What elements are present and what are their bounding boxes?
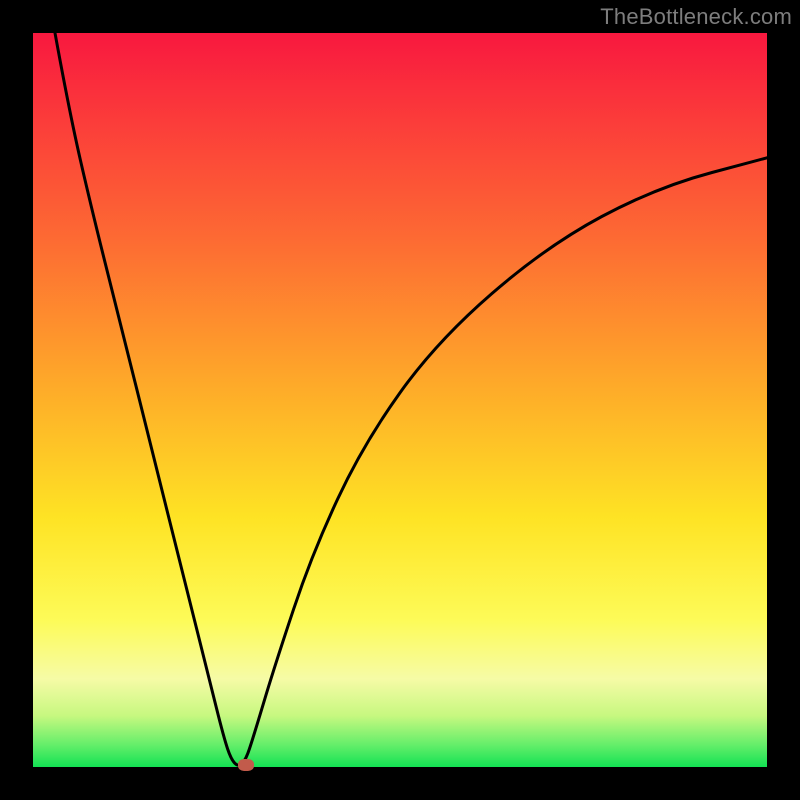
bottleneck-curve [33,33,767,767]
optimal-point-marker [238,759,254,771]
chart-frame: TheBottleneck.com [0,0,800,800]
watermark-text: TheBottleneck.com [600,4,792,30]
plot-area [33,33,767,767]
